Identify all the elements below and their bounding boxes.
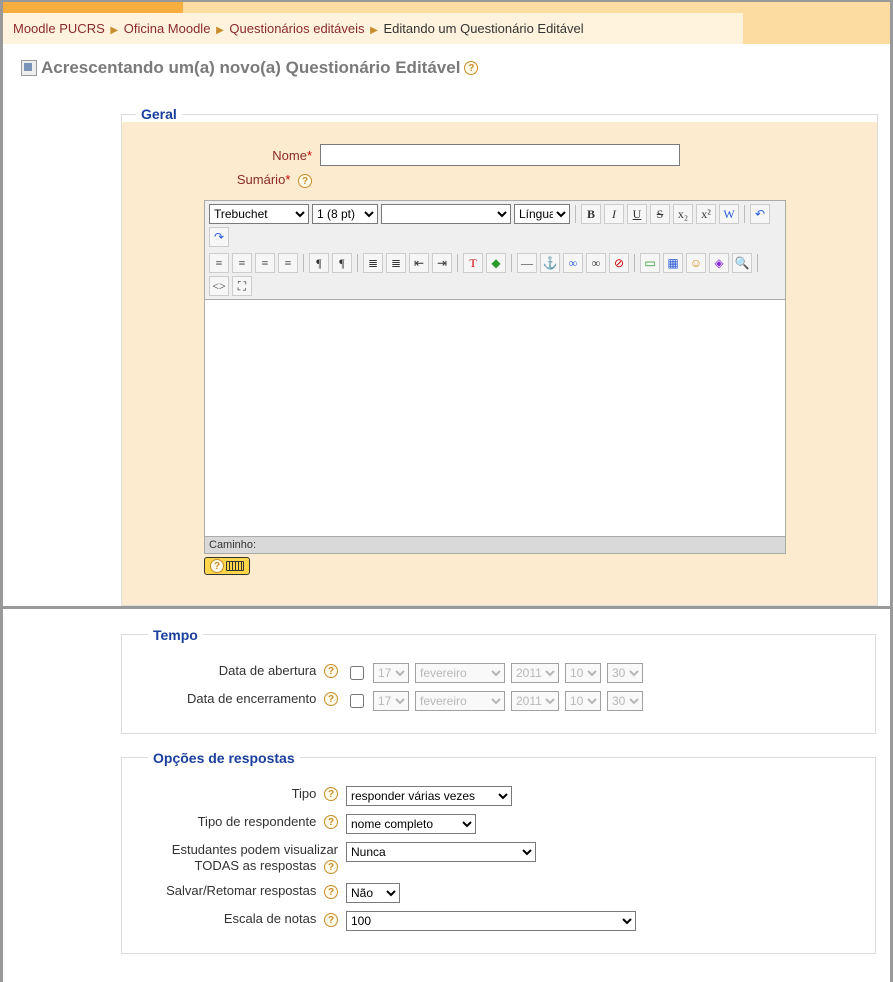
breadcrumb-current: Editando um Questionário Editável (383, 21, 583, 36)
close-day-select[interactable]: 17 (373, 691, 409, 711)
enable-open-date-checkbox[interactable] (350, 666, 364, 680)
unordered-list-button[interactable]: ≣ (386, 253, 406, 273)
indent-button[interactable]: ⇥ (432, 253, 452, 273)
align-center-button[interactable]: ≡ (232, 253, 252, 273)
legend-opcoes: Opções de respostas (148, 750, 300, 766)
chevron-right-icon: ▶ (370, 25, 378, 36)
emoticon-button[interactable]: ☺ (686, 253, 706, 273)
underline-button[interactable]: U (627, 204, 647, 224)
close-month-select[interactable]: fevereiro (415, 691, 505, 711)
label-sumario: Sumário (237, 172, 285, 187)
open-hour-select[interactable]: 10 (565, 663, 601, 683)
chevron-right-icon: ▶ (110, 25, 118, 36)
help-icon[interactable]: ? (324, 664, 338, 678)
search-replace-button[interactable]: 🔍 (732, 253, 752, 273)
breadcrumb: Moodle PUCRS ▶ Oficina Moodle ▶ Question… (3, 13, 743, 44)
richtext-editor: Trebuchet 1 (8 pt) Língua B I (204, 200, 855, 575)
align-justify-button[interactable]: ≡ (278, 253, 298, 273)
align-left-button[interactable]: ≡ (209, 253, 229, 273)
questionnaire-icon (21, 60, 37, 76)
page-title: Acrescentando um(a) novo(a) Questionário… (41, 58, 460, 78)
close-minute-select[interactable]: 30 (607, 691, 643, 711)
lang-select[interactable]: Língua (514, 204, 570, 224)
html-source-button[interactable]: <> (209, 276, 229, 296)
label-visualizar: Estudantes podem visualizar TODAS as res… (172, 842, 338, 874)
salvar-select[interactable]: Não (346, 883, 400, 903)
breadcrumb-link-course[interactable]: Oficina Moodle (124, 21, 211, 36)
editor-toolbar-row1: Trebuchet 1 (8 pt) Língua B I (204, 200, 786, 250)
breadcrumb-link-root[interactable]: Moodle PUCRS (13, 21, 105, 36)
chevron-right-icon: ▶ (216, 25, 224, 36)
help-icon[interactable]: ? (324, 860, 338, 874)
hr-button[interactable]: — (517, 253, 537, 273)
close-year-select[interactable]: 2011 (511, 691, 559, 711)
undo-button[interactable]: ↶ (750, 204, 770, 224)
superscript-button[interactable]: x² (696, 204, 716, 224)
section-opcoes: Opções de respostas Tipo ? responder vár… (121, 750, 876, 955)
section-tempo: Tempo Data de abertura ? 17 fevereiro 20… (121, 627, 876, 734)
label-encerramento: Data de encerramento (187, 691, 316, 706)
enable-close-date-checkbox[interactable] (350, 694, 364, 708)
editor-textarea[interactable] (204, 299, 786, 537)
strike-button[interactable]: S (650, 204, 670, 224)
redo-button[interactable]: ↷ (209, 227, 229, 247)
help-icon[interactable]: ? (464, 61, 478, 75)
ltr-button[interactable]: ¶ (309, 253, 329, 273)
subscript-button[interactable]: x₂ (673, 204, 693, 224)
open-day-select[interactable]: 17 (373, 663, 409, 683)
editor-path-bar: Caminho: (204, 537, 786, 554)
fullscreen-button[interactable]: ⛶ (232, 276, 252, 296)
nolink-button[interactable]: ⊘ (609, 253, 629, 273)
escala-select[interactable]: 100 (346, 911, 636, 931)
font-size-select[interactable]: 1 (8 pt) (312, 204, 378, 224)
rtl-button[interactable]: ¶ (332, 253, 352, 273)
label-abertura: Data de abertura (219, 663, 317, 678)
bg-color-button[interactable]: ◆ (486, 253, 506, 273)
legend-tempo: Tempo (148, 627, 203, 643)
image-button[interactable]: ▭ (640, 253, 660, 273)
nome-input[interactable] (320, 144, 680, 166)
label-salvar: Salvar/Retomar respostas (166, 883, 316, 898)
label-escala: Escala de notas (224, 911, 317, 926)
bold-button[interactable]: B (581, 204, 601, 224)
outdent-button[interactable]: ⇤ (409, 253, 429, 273)
label-tipo: Tipo (292, 786, 317, 801)
respondente-select[interactable]: nome completo (346, 814, 476, 834)
font-color-button[interactable]: T (463, 253, 483, 273)
align-right-button[interactable]: ≡ (255, 253, 275, 273)
visualizar-select[interactable]: Nunca (346, 842, 536, 862)
label-nome: Nome (272, 148, 307, 163)
special-char-button[interactable]: ◈ (709, 253, 729, 273)
tipo-select[interactable]: responder várias vezes (346, 786, 512, 806)
breadcrumb-link-module[interactable]: Questionários editáveis (229, 21, 364, 36)
table-button[interactable]: ▦ (663, 253, 683, 273)
top-accent-bar (3, 2, 890, 13)
label-respondente: Tipo de respondente (198, 814, 317, 829)
help-icon[interactable]: ? (298, 174, 312, 188)
legend-geral: Geral (136, 106, 182, 122)
clean-word-button[interactable]: W (719, 204, 739, 224)
open-year-select[interactable]: 2011 (511, 663, 559, 683)
open-month-select[interactable]: fevereiro (415, 663, 505, 683)
unlink-button[interactable]: ∞ (586, 253, 606, 273)
help-icon[interactable]: ? (324, 913, 338, 927)
font-style-select[interactable] (381, 204, 511, 224)
help-icon[interactable]: ? (324, 815, 338, 829)
help-icon[interactable]: ? (324, 692, 338, 706)
help-icon[interactable]: ? (324, 787, 338, 801)
ordered-list-button[interactable]: ≣ (363, 253, 383, 273)
close-hour-select[interactable]: 10 (565, 691, 601, 711)
link-button[interactable]: ∞ (563, 253, 583, 273)
anchor-button[interactable]: ⚓ (540, 253, 560, 273)
open-minute-select[interactable]: 30 (607, 663, 643, 683)
keyboard-icon (226, 561, 244, 571)
keyboard-help-button[interactable]: ? (204, 557, 250, 575)
italic-button[interactable]: I (604, 204, 624, 224)
help-icon[interactable]: ? (324, 885, 338, 899)
section-geral: Geral Nome* Sumário* ? (121, 106, 878, 606)
editor-toolbar-row2: ≡ ≡ ≡ ≡ ¶ ¶ ≣ ≣ ⇤ ⇥ T ◆ (204, 250, 786, 299)
font-family-select[interactable]: Trebuchet (209, 204, 309, 224)
